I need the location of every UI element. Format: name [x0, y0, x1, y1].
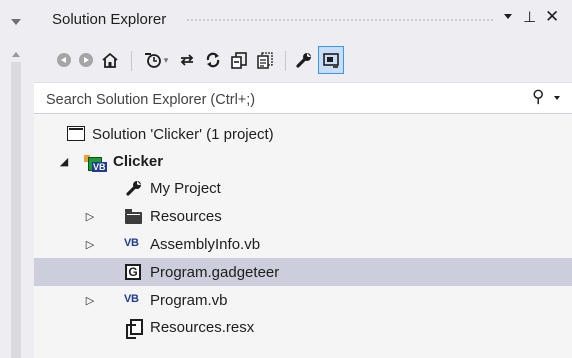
toolbar-separator	[285, 51, 286, 71]
left-gutter	[0, 0, 34, 358]
tree-item-resources-resx[interactable]: Resources.resx	[34, 313, 572, 341]
refresh-icon	[206, 52, 220, 68]
search-box[interactable]: ⚲	[34, 82, 572, 114]
search-options-dropdown-icon[interactable]	[554, 96, 560, 100]
scroll-up-arrow-icon[interactable]	[12, 52, 20, 57]
tree-item-program-vb[interactable]: ▷ VB Program.vb	[34, 286, 572, 314]
gadgeteer-file-icon: G	[125, 264, 141, 280]
tree-item-label: Resources.resx	[150, 318, 255, 336]
preview-icon	[323, 52, 339, 68]
search-input[interactable]	[44, 89, 518, 111]
preview-selected-items-button[interactable]	[318, 46, 344, 74]
show-all-files-icon	[257, 51, 273, 69]
title-bar[interactable]: Solution Explorer ⊥ ✕	[34, 0, 572, 38]
scrollbar-track[interactable]	[11, 62, 21, 358]
toolbar: ▾	[34, 38, 572, 82]
panel-title: Solution Explorer	[52, 11, 167, 28]
history-icon	[144, 52, 161, 68]
folder-icon	[125, 209, 142, 224]
tree-item-label: Program.gadgeteer	[150, 263, 280, 281]
tree-item-assemblyinfo[interactable]: ▷ VB AssemblyInfo.vb	[34, 230, 572, 258]
sync-with-active-document-button[interactable]	[176, 46, 198, 74]
collapse-all-icon	[231, 51, 247, 69]
expanded-arrow-icon[interactable]: ◢	[58, 155, 70, 168]
tree-item-label: Clicker	[113, 152, 164, 170]
forward-icon	[79, 53, 93, 67]
tree-item-solution[interactable]: Solution 'Clicker' (1 project)	[34, 120, 572, 148]
home-icon	[102, 52, 118, 68]
solution-explorer-panel: Solution Explorer ⊥ ✕ ▾ Search Solution …	[34, 0, 572, 358]
tree-item-label: Solution 'Clicker' (1 project)	[92, 125, 274, 143]
tree-item-label: Resources	[150, 207, 222, 225]
tree-item-project-clicker[interactable]: ◢ VB Clicker	[34, 147, 572, 175]
tree-item-label: AssemblyInfo.vb	[150, 235, 261, 253]
tree-item-label: My Project	[150, 179, 221, 197]
toolbar-separator	[131, 51, 132, 71]
search-icon[interactable]: ⚲	[532, 87, 544, 107]
tree-item-my-project[interactable]: My Project	[34, 174, 572, 202]
solution-tree: Solution 'Clicker' (1 project) ◢ VB Clic…	[34, 114, 572, 358]
refresh-button[interactable]	[202, 46, 224, 74]
vb-file-icon: VB	[124, 293, 139, 305]
vb-project-icon: VB	[82, 155, 107, 175]
pending-changes-filter-button[interactable]: ▾	[138, 46, 174, 74]
forward-button[interactable]	[76, 46, 96, 74]
collapse-all-button[interactable]	[228, 46, 250, 74]
pin-icon[interactable]: ⊥	[523, 8, 536, 26]
back-icon	[57, 53, 71, 67]
show-all-files-button[interactable]	[254, 46, 276, 74]
panel-menu-arrow-icon[interactable]	[11, 19, 21, 25]
wrench-icon	[296, 53, 311, 68]
home-button[interactable]	[98, 46, 122, 74]
tree-item-resources-folder[interactable]: ▷ Resources	[34, 202, 572, 230]
vb-file-icon: VB	[124, 237, 139, 249]
collapsed-arrow-icon[interactable]: ▷	[84, 210, 96, 223]
tree-item-label: Program.vb	[150, 291, 228, 309]
wrench-icon	[126, 180, 142, 196]
drag-grip[interactable]	[186, 18, 494, 23]
collapsed-arrow-icon[interactable]: ▷	[84, 294, 96, 307]
dropdown-arrow-icon: ▾	[163, 54, 169, 65]
tree-item-program-gadgeteer[interactable]: G Program.gadgeteer	[34, 258, 572, 286]
sync-icon	[180, 54, 194, 66]
close-icon[interactable]: ✕	[545, 7, 559, 27]
properties-button[interactable]	[292, 46, 316, 74]
back-button[interactable]	[54, 46, 74, 74]
resx-file-icon	[126, 319, 143, 339]
collapsed-arrow-icon[interactable]: ▷	[84, 238, 96, 251]
window-position-menu-icon[interactable]	[504, 14, 512, 19]
solution-icon	[66, 126, 86, 141]
